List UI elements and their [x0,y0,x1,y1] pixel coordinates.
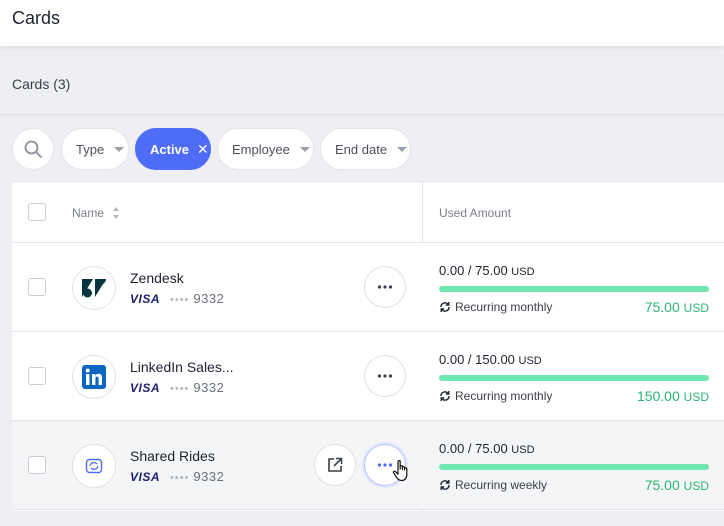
sort-icon[interactable] [112,206,120,220]
column-header-name[interactable]: Name [72,206,104,220]
spend-progress-bar [439,375,709,381]
repeat-icon [440,302,450,312]
close-icon[interactable]: ✕ [197,141,209,158]
masked-digits: •••• [170,383,190,395]
used-amount-currency: USD [511,266,535,278]
card-name[interactable]: Shared Rides [130,448,215,464]
row-checkbox[interactable] [28,456,46,474]
recurrence-label: Recurring monthly [455,389,553,403]
spend-progress-bar [439,464,709,470]
filter-end-date-label: End date [335,141,388,157]
more-actions-button[interactable] [364,355,406,397]
card-number: •••• 9332 [170,380,224,395]
recurrence: Recurring monthly [439,389,552,403]
used-amount-value: 0.00 / 75.00 [439,263,508,278]
column-header-used-amount: Used Amount [439,206,512,220]
limit-currency: USD [683,301,709,315]
chevron-down-icon [114,146,125,152]
page-title: Cards [12,8,61,28]
visa-logo: VISA [130,381,161,395]
chevron-down-icon [299,146,310,152]
search-button[interactable] [12,128,54,170]
used-amount: 0.00 / 75.00 USD [439,263,535,278]
filter-type-label: Type [76,141,105,157]
visa-logo: VISA [130,470,161,484]
filter-employee-label: Employee [232,141,290,157]
used-amount: 0.00 / 75.00 USD [439,441,535,456]
filter-employee[interactable]: Employee [217,128,314,170]
card-last4: 9332 [193,291,225,306]
repeat-icon [440,480,450,490]
card-last4: 9332 [193,380,225,395]
more-horizontal-icon [377,285,393,289]
masked-digits: •••• [170,294,190,306]
chevron-down-icon [397,146,408,152]
recurrence: Recurring monthly [439,300,552,314]
linkedin-logo-icon [82,365,106,389]
search-icon [24,140,42,158]
filter-end-date[interactable]: End date [320,128,411,170]
zendesk-logo [72,266,116,310]
table-row[interactable]: Zendesk VISA •••• 9332 0.00 / 75.00 USD R… [12,243,724,332]
used-amount-value: 0.00 / 75.00 [439,441,508,456]
used-amount-currency: USD [511,444,535,456]
limit-currency: USD [683,479,709,493]
visa-logo: VISA [130,292,161,306]
cards-table: Name Used Amount Zendesk VISA •••• 9332 0… [12,181,724,512]
card-last4: 9332 [193,469,225,484]
filter-active[interactable]: Active ✕ [135,128,211,170]
hand-cursor-icon [392,460,408,482]
section-title: Cards (3) [12,76,71,92]
recurrence-label: Recurring monthly [455,300,553,314]
more-actions-button[interactable] [364,266,406,308]
used-amount: 0.00 / 150.00 USD [439,352,542,367]
limit-currency: USD [683,390,709,404]
limit-value: 75.00 [644,299,680,315]
shared-rides-icon [85,458,103,474]
top-bar: Cards [0,0,724,46]
repeat-icon [440,391,450,401]
shared-rides-logo [72,444,116,488]
filter-type[interactable]: Type [61,128,129,170]
open-external-icon [328,457,343,472]
limit-amount: 75.00 USD [645,299,709,315]
divider [0,114,724,115]
recurrence-label: Recurring weekly [455,478,548,492]
used-amount-value: 0.00 / 150.00 [439,352,515,367]
spend-progress-bar [439,286,709,292]
row-checkbox[interactable] [28,367,46,385]
limit-amount: 75.00 USD [645,477,709,493]
card-number: •••• 9332 [170,291,224,306]
open-card-button[interactable] [314,444,356,486]
table-row[interactable]: LinkedIn Sales... VISA •••• 9332 0.00 / 1… [12,332,724,421]
table-header: Name Used Amount [12,182,724,243]
more-horizontal-icon [377,374,393,378]
row-checkbox[interactable] [28,278,46,296]
select-all-checkbox[interactable] [28,203,46,221]
filter-active-label: Active [150,141,190,157]
limit-amount: 150.00 USD [637,388,709,404]
card-name[interactable]: LinkedIn Sales... [130,359,234,375]
limit-value: 150.00 [636,388,680,404]
table-row[interactable]: Shared Rides VISA •••• 9332 0.00 / 75.00 … [12,421,724,510]
more-horizontal-icon [377,463,393,467]
card-name[interactable]: Zendesk [130,270,184,286]
recurrence: Recurring weekly [439,478,547,492]
masked-digits: •••• [170,472,190,484]
used-amount-currency: USD [518,355,542,367]
linkedin-logo [72,355,116,399]
zendesk-logo-icon [82,279,106,298]
limit-value: 75.00 [644,477,680,493]
card-number: •••• 9332 [170,469,224,484]
